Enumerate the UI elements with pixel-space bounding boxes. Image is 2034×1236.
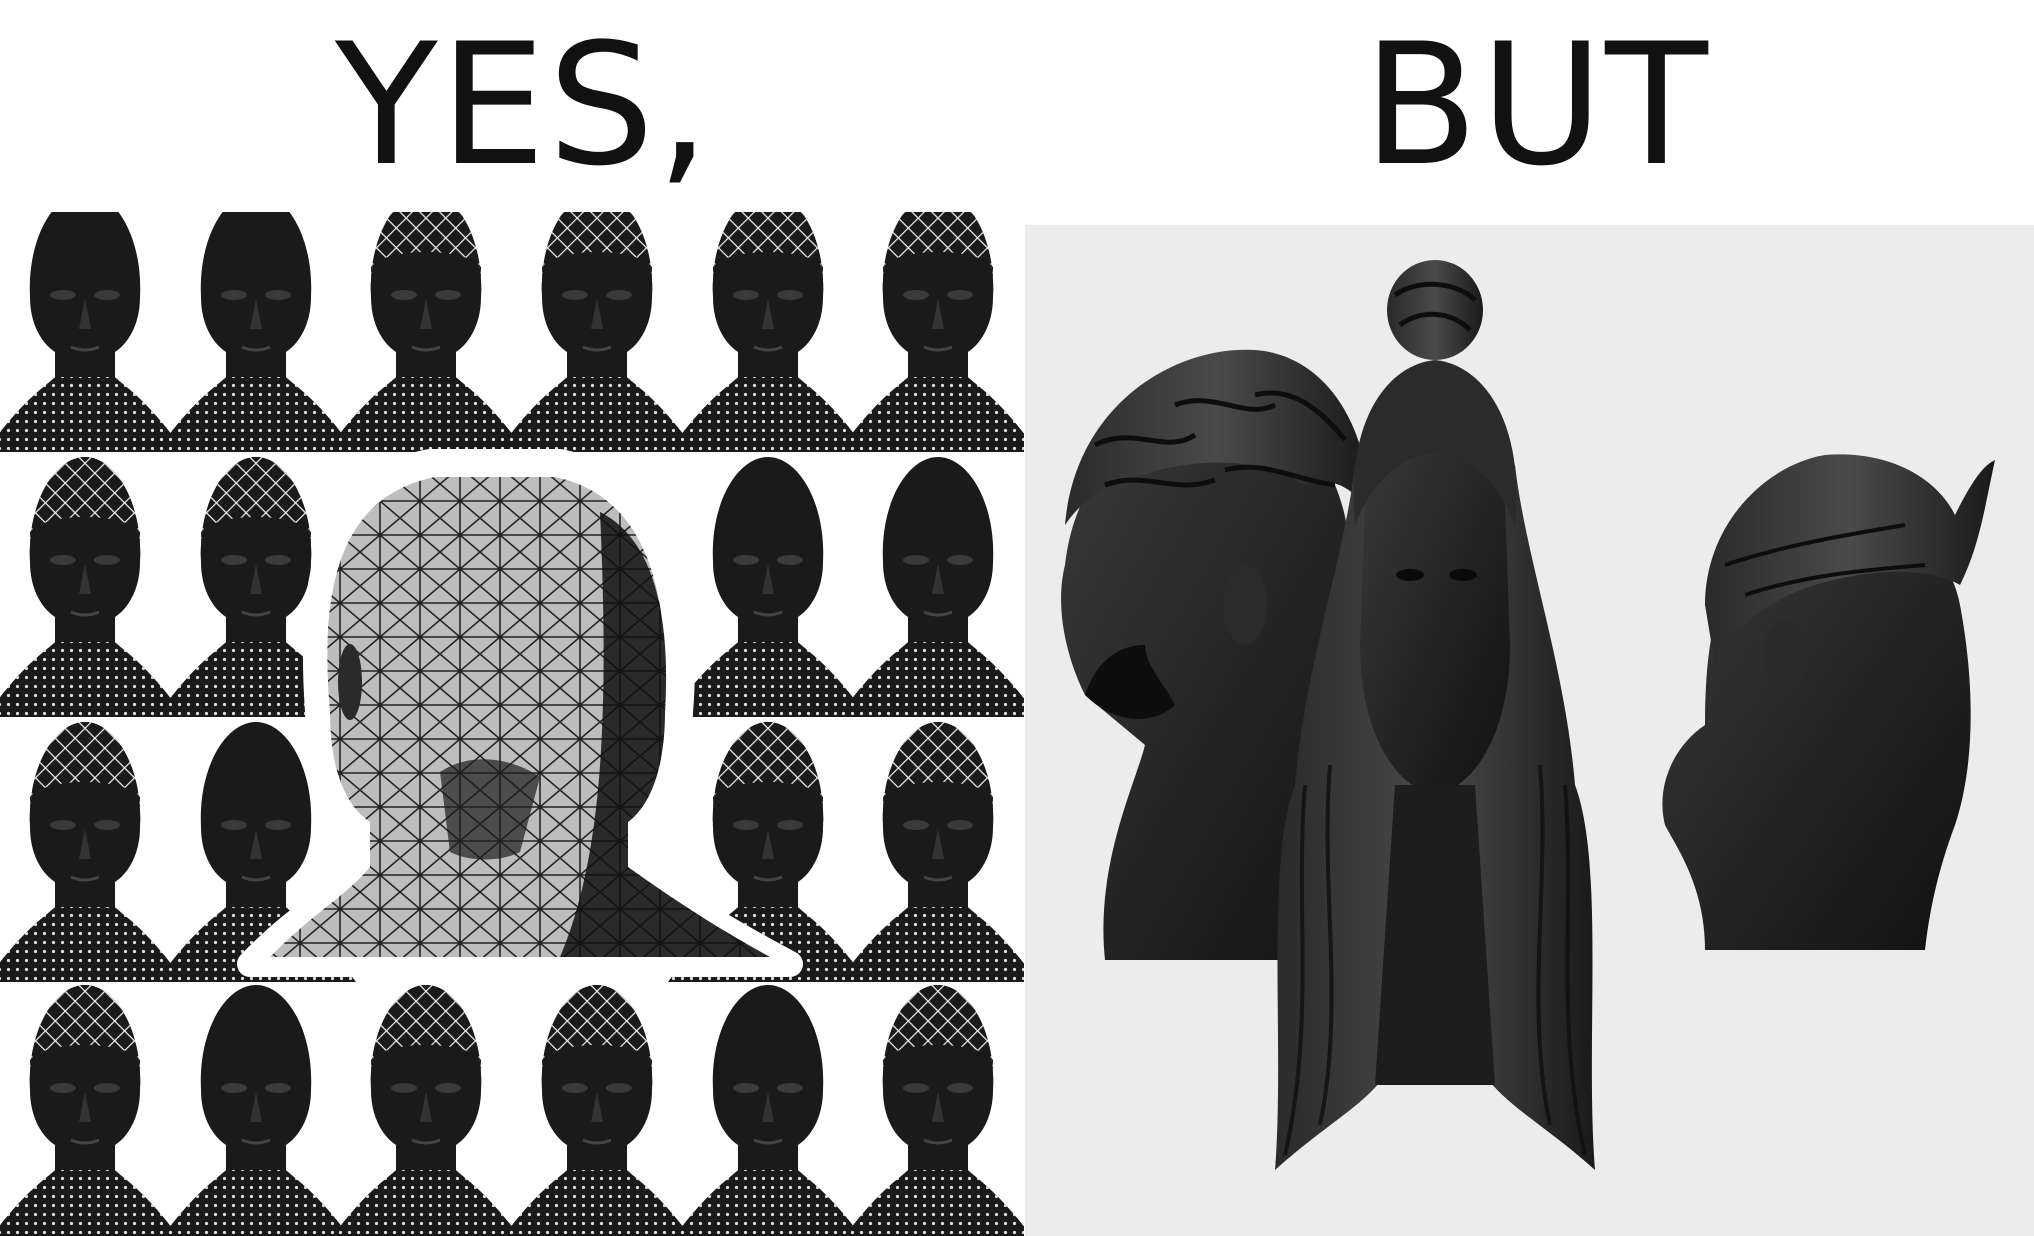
head-thumbnail xyxy=(838,722,1024,982)
hairstyle-sculptures xyxy=(1025,225,2034,1236)
head-thumbnail xyxy=(668,212,868,452)
caption-yes: YES, xyxy=(335,7,712,203)
head-thumbnail xyxy=(836,455,1024,719)
head-thumbnail xyxy=(0,985,185,1236)
head-thumbnail xyxy=(838,985,1024,1236)
head-thumbnail xyxy=(326,212,526,452)
head-thumbnail xyxy=(666,455,870,719)
undercut-quiff-bust xyxy=(1662,454,1995,950)
head-thumbnail xyxy=(497,212,697,452)
head-thumbnail xyxy=(154,212,358,454)
wireframe-head-grid xyxy=(0,212,1024,1236)
head-thumbnail xyxy=(0,722,185,982)
caption-but: BUT xyxy=(1363,7,1710,203)
head-thumbnail xyxy=(0,457,185,717)
head-thumbnail xyxy=(666,983,870,1236)
head-thumbnail xyxy=(326,985,526,1236)
head-thumbnail xyxy=(0,212,187,454)
head-thumbnail xyxy=(154,983,358,1236)
head-thumbnail xyxy=(497,985,697,1236)
head-thumbnail xyxy=(838,212,1024,452)
